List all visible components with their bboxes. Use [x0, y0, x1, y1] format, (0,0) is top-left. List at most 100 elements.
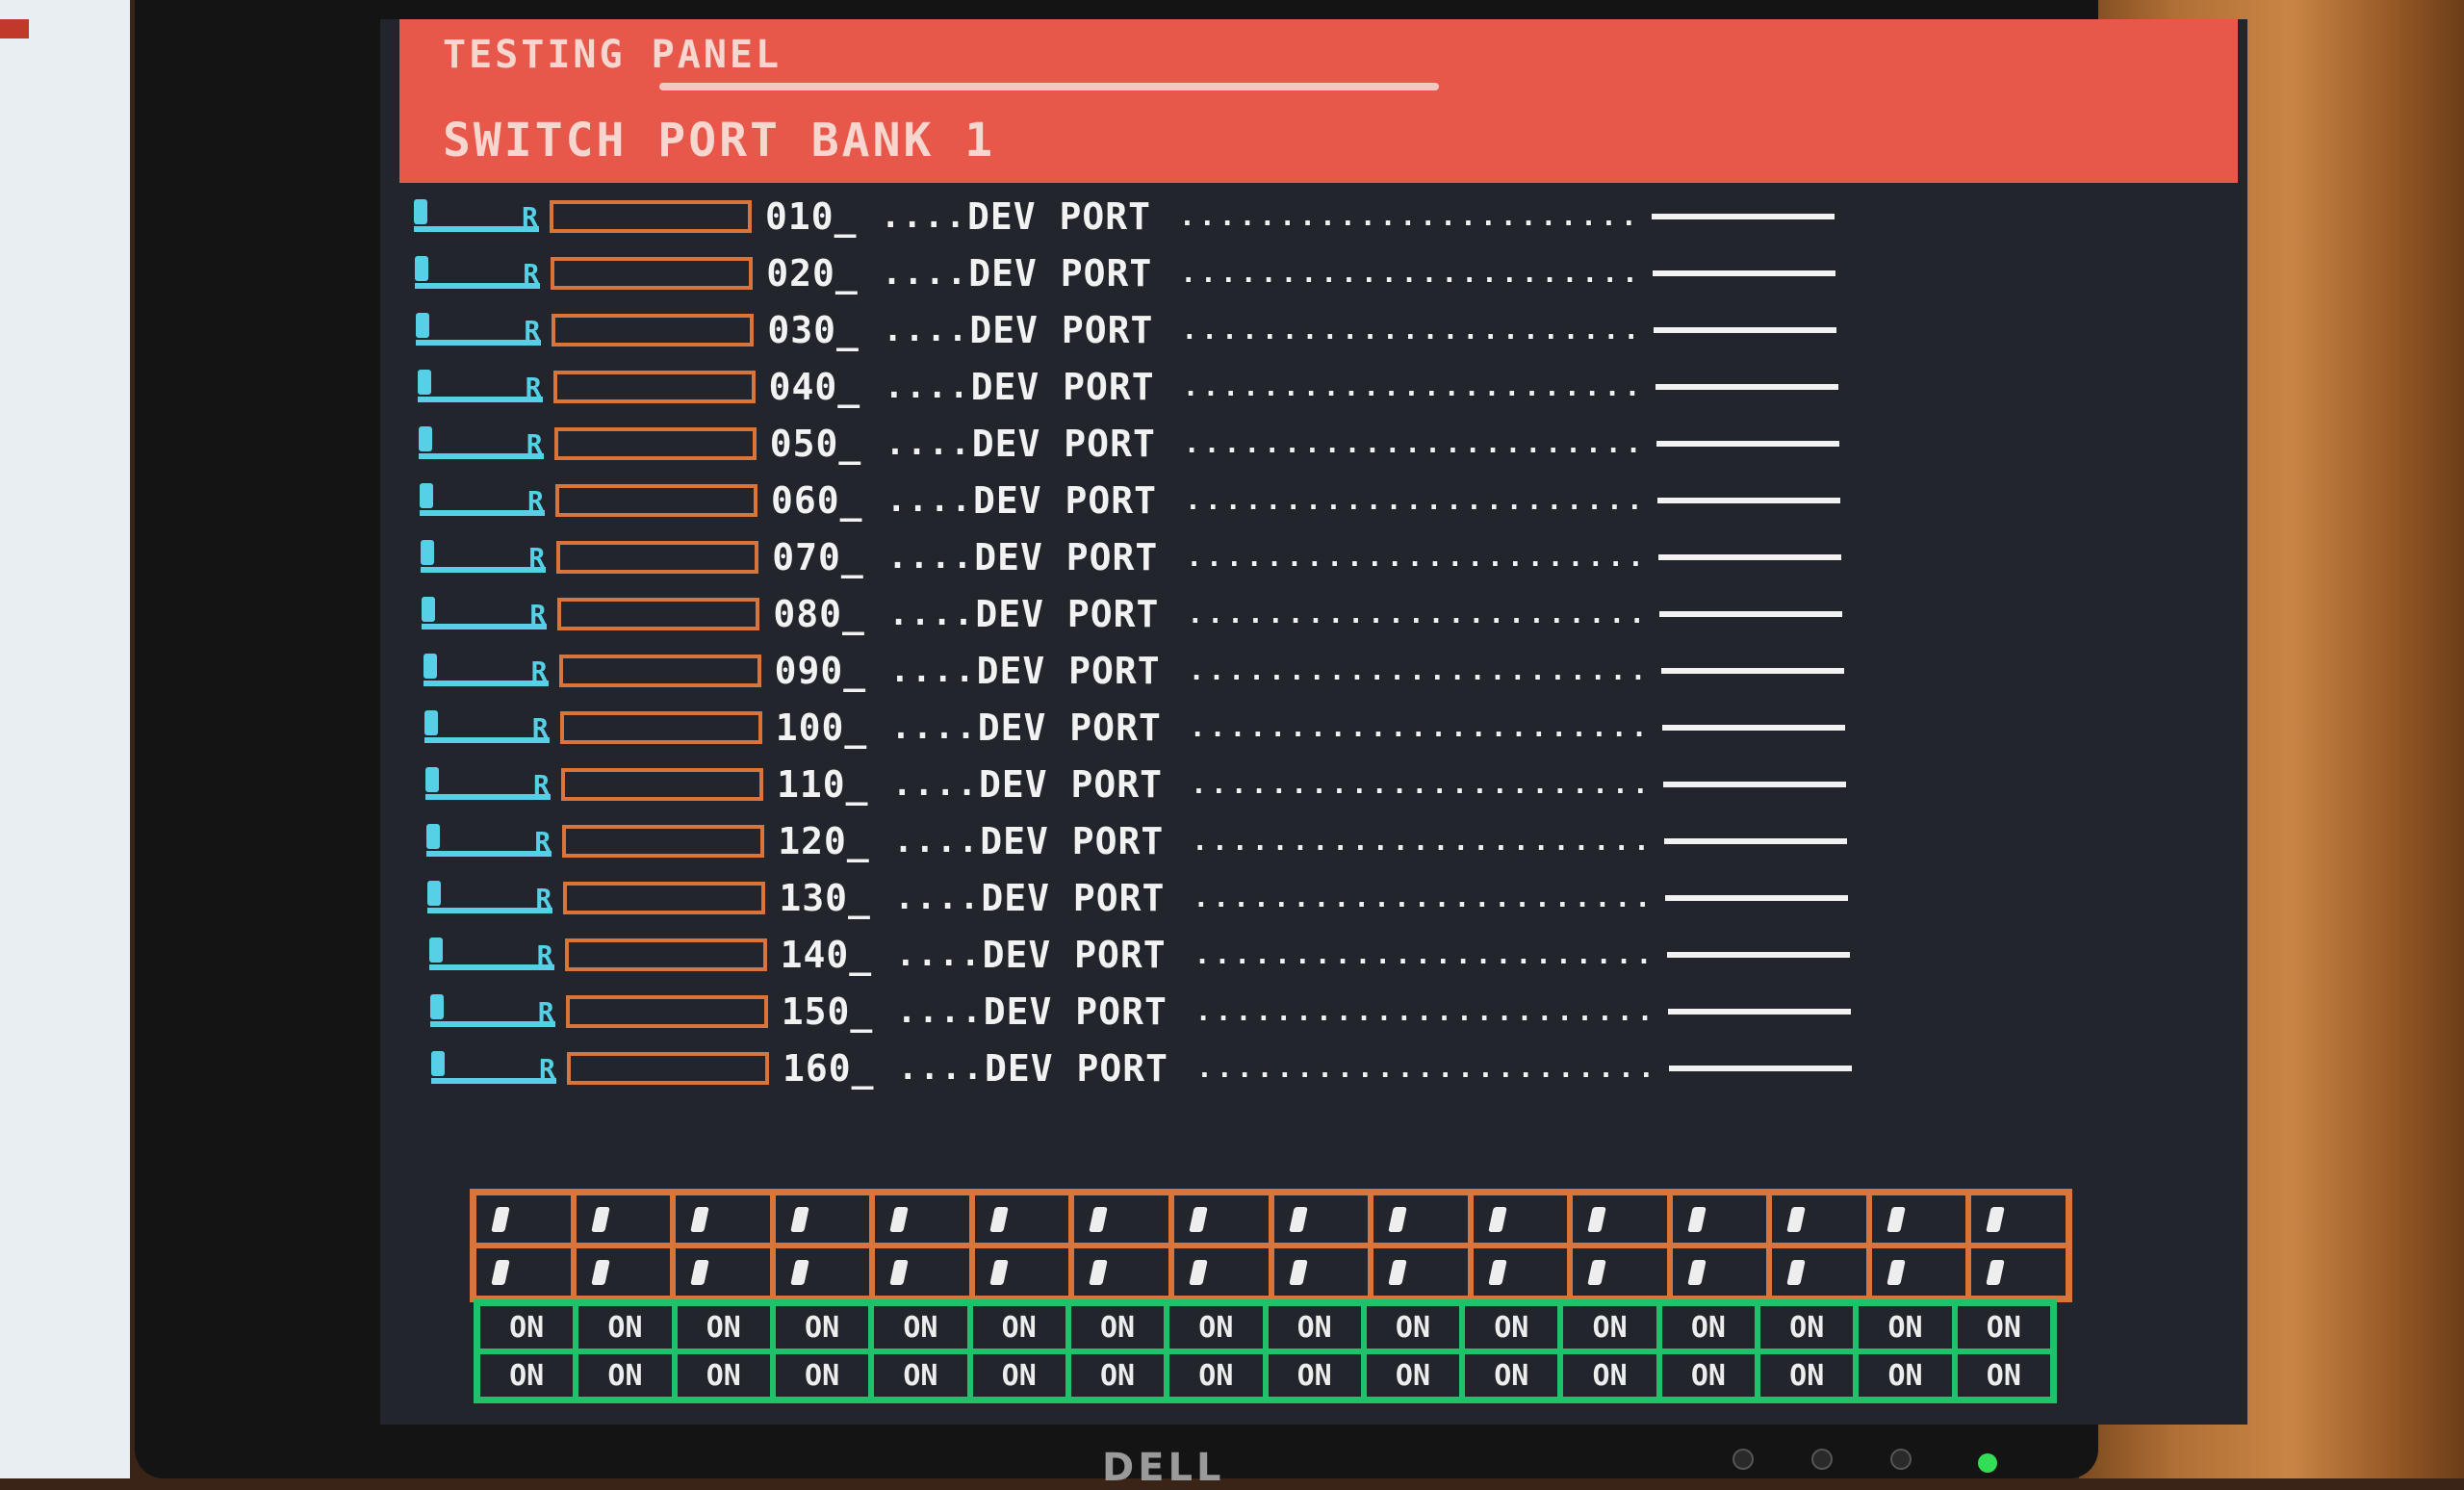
row-input-box[interactable]	[553, 426, 757, 460]
port-cell[interactable]	[1968, 1246, 2068, 1298]
status-cell[interactable]: ON	[1363, 1351, 1463, 1400]
row-value-line[interactable]	[1666, 951, 1850, 958]
port-cell[interactable]	[1270, 1193, 1372, 1246]
row-value-line[interactable]	[1656, 440, 1839, 447]
status-cell[interactable]: ON	[1462, 1303, 1561, 1351]
row-select-icon[interactable]: R	[421, 534, 551, 580]
list-item[interactable]: R 080_.... DEV PORT.......................…	[412, 585, 2233, 642]
port-cell[interactable]	[1371, 1193, 1471, 1246]
row-value-line[interactable]	[1663, 781, 1846, 787]
port-cell[interactable]	[772, 1193, 873, 1246]
status-cell[interactable]: ON	[1658, 1303, 1758, 1351]
status-cell[interactable]: ON	[576, 1351, 675, 1400]
status-cell[interactable]: ON	[576, 1303, 675, 1351]
status-cell[interactable]: ON	[1758, 1351, 1857, 1400]
status-cell[interactable]: ON	[871, 1351, 970, 1400]
port-cell[interactable]	[1868, 1193, 1969, 1246]
status-cell[interactable]: ON	[772, 1303, 872, 1351]
port-cell[interactable]	[1669, 1193, 1770, 1246]
row-value-line[interactable]	[1664, 837, 1848, 844]
row-input-box[interactable]	[565, 994, 768, 1028]
port-cell[interactable]	[1769, 1193, 1869, 1246]
row-value-line[interactable]	[1669, 1065, 1852, 1071]
row-input-box[interactable]	[552, 370, 756, 403]
list-item[interactable]: R 020_.... DEV PORT.......................…	[405, 244, 2233, 301]
port-cell[interactable]	[1769, 1246, 1869, 1298]
status-cell[interactable]: ON	[1560, 1303, 1659, 1351]
row-select-icon[interactable]: R	[428, 932, 559, 978]
row-select-icon[interactable]: R	[418, 421, 549, 467]
row-value-line[interactable]	[1660, 667, 1844, 674]
port-cell[interactable]	[673, 1193, 773, 1246]
list-item[interactable]: R 040_.... DEV PORT.......................…	[408, 358, 2233, 415]
status-cell[interactable]: ON	[969, 1303, 1068, 1351]
row-value-line[interactable]	[1661, 724, 1845, 731]
port-cell[interactable]	[1470, 1193, 1571, 1246]
row-select-icon[interactable]: R	[429, 989, 560, 1035]
row-select-icon[interactable]: R	[416, 307, 546, 353]
port-cell[interactable]	[474, 1246, 574, 1298]
row-value-line[interactable]	[1657, 497, 1840, 503]
port-cell[interactable]	[474, 1193, 574, 1246]
row-select-icon[interactable]: R	[415, 250, 545, 296]
port-cell[interactable]	[971, 1246, 1072, 1298]
list-item[interactable]: R 150_.... DEV PORT.......................…	[421, 983, 2233, 1040]
power-icon[interactable]	[1978, 1453, 1997, 1473]
row-input-box[interactable]	[558, 654, 761, 687]
status-cell[interactable]: ON	[1265, 1303, 1364, 1351]
monitor-button[interactable]	[1811, 1449, 1833, 1470]
port-cell[interactable]	[872, 1246, 972, 1298]
row-select-icon[interactable]: R	[414, 193, 544, 240]
row-input-box[interactable]	[551, 256, 754, 290]
status-cell[interactable]: ON	[674, 1351, 773, 1400]
port-cell[interactable]	[573, 1246, 674, 1298]
status-cell[interactable]: ON	[1462, 1351, 1561, 1400]
row-input-box[interactable]	[550, 199, 752, 233]
row-select-icon[interactable]: R	[424, 705, 554, 751]
monitor-button[interactable]	[1732, 1449, 1754, 1470]
status-cell[interactable]: ON	[969, 1351, 1068, 1400]
status-cell[interactable]: ON	[1363, 1303, 1463, 1351]
port-cell[interactable]	[1371, 1246, 1471, 1298]
port-cell[interactable]	[1071, 1193, 1171, 1246]
row-select-icon[interactable]: R	[426, 818, 556, 864]
row-select-icon[interactable]: R	[425, 761, 555, 808]
status-cell[interactable]: ON	[1560, 1351, 1659, 1400]
list-item[interactable]: R 100_.... DEV PORT.......................…	[415, 699, 2233, 756]
row-value-line[interactable]	[1659, 610, 1843, 617]
status-cell[interactable]: ON	[1856, 1351, 1955, 1400]
port-cell[interactable]	[772, 1246, 873, 1298]
status-cell[interactable]: ON	[477, 1303, 577, 1351]
row-value-line[interactable]	[1658, 553, 1842, 560]
list-item[interactable]: R 160_.... DEV PORT.......................…	[422, 1040, 2233, 1096]
port-cell[interactable]	[872, 1193, 972, 1246]
status-cell[interactable]: ON	[1758, 1303, 1857, 1351]
port-cell[interactable]	[1270, 1246, 1372, 1298]
row-value-line[interactable]	[1665, 894, 1849, 901]
row-input-box[interactable]	[563, 881, 766, 914]
status-cell[interactable]: ON	[674, 1303, 773, 1351]
status-cell[interactable]: ON	[1167, 1351, 1266, 1400]
row-input-box[interactable]	[559, 710, 762, 744]
status-cell[interactable]: ON	[1067, 1351, 1168, 1400]
row-input-box[interactable]	[564, 938, 767, 971]
row-select-icon[interactable]: R	[417, 364, 548, 410]
status-cell[interactable]: ON	[1167, 1303, 1266, 1351]
monitor-button[interactable]	[1890, 1449, 1912, 1470]
row-input-box[interactable]	[552, 313, 755, 347]
list-item[interactable]: R 120_.... DEV PORT.......................…	[417, 812, 2233, 869]
row-select-icon[interactable]: R	[423, 648, 553, 694]
status-cell[interactable]: ON	[1265, 1351, 1364, 1400]
status-cell[interactable]: ON	[772, 1351, 872, 1400]
row-value-line[interactable]	[1653, 270, 1836, 276]
row-value-line[interactable]	[1667, 1008, 1851, 1015]
list-item[interactable]: R 130_.... DEV PORT.......................…	[418, 869, 2233, 926]
status-cell[interactable]: ON	[1658, 1351, 1758, 1400]
row-value-line[interactable]	[1655, 383, 1838, 390]
row-select-icon[interactable]: R	[420, 477, 550, 524]
row-input-box[interactable]	[561, 767, 763, 801]
status-cell[interactable]: ON	[1954, 1303, 2053, 1351]
port-cell[interactable]	[1071, 1246, 1171, 1298]
row-select-icon[interactable]: R	[422, 591, 552, 637]
row-input-box[interactable]	[556, 540, 759, 574]
